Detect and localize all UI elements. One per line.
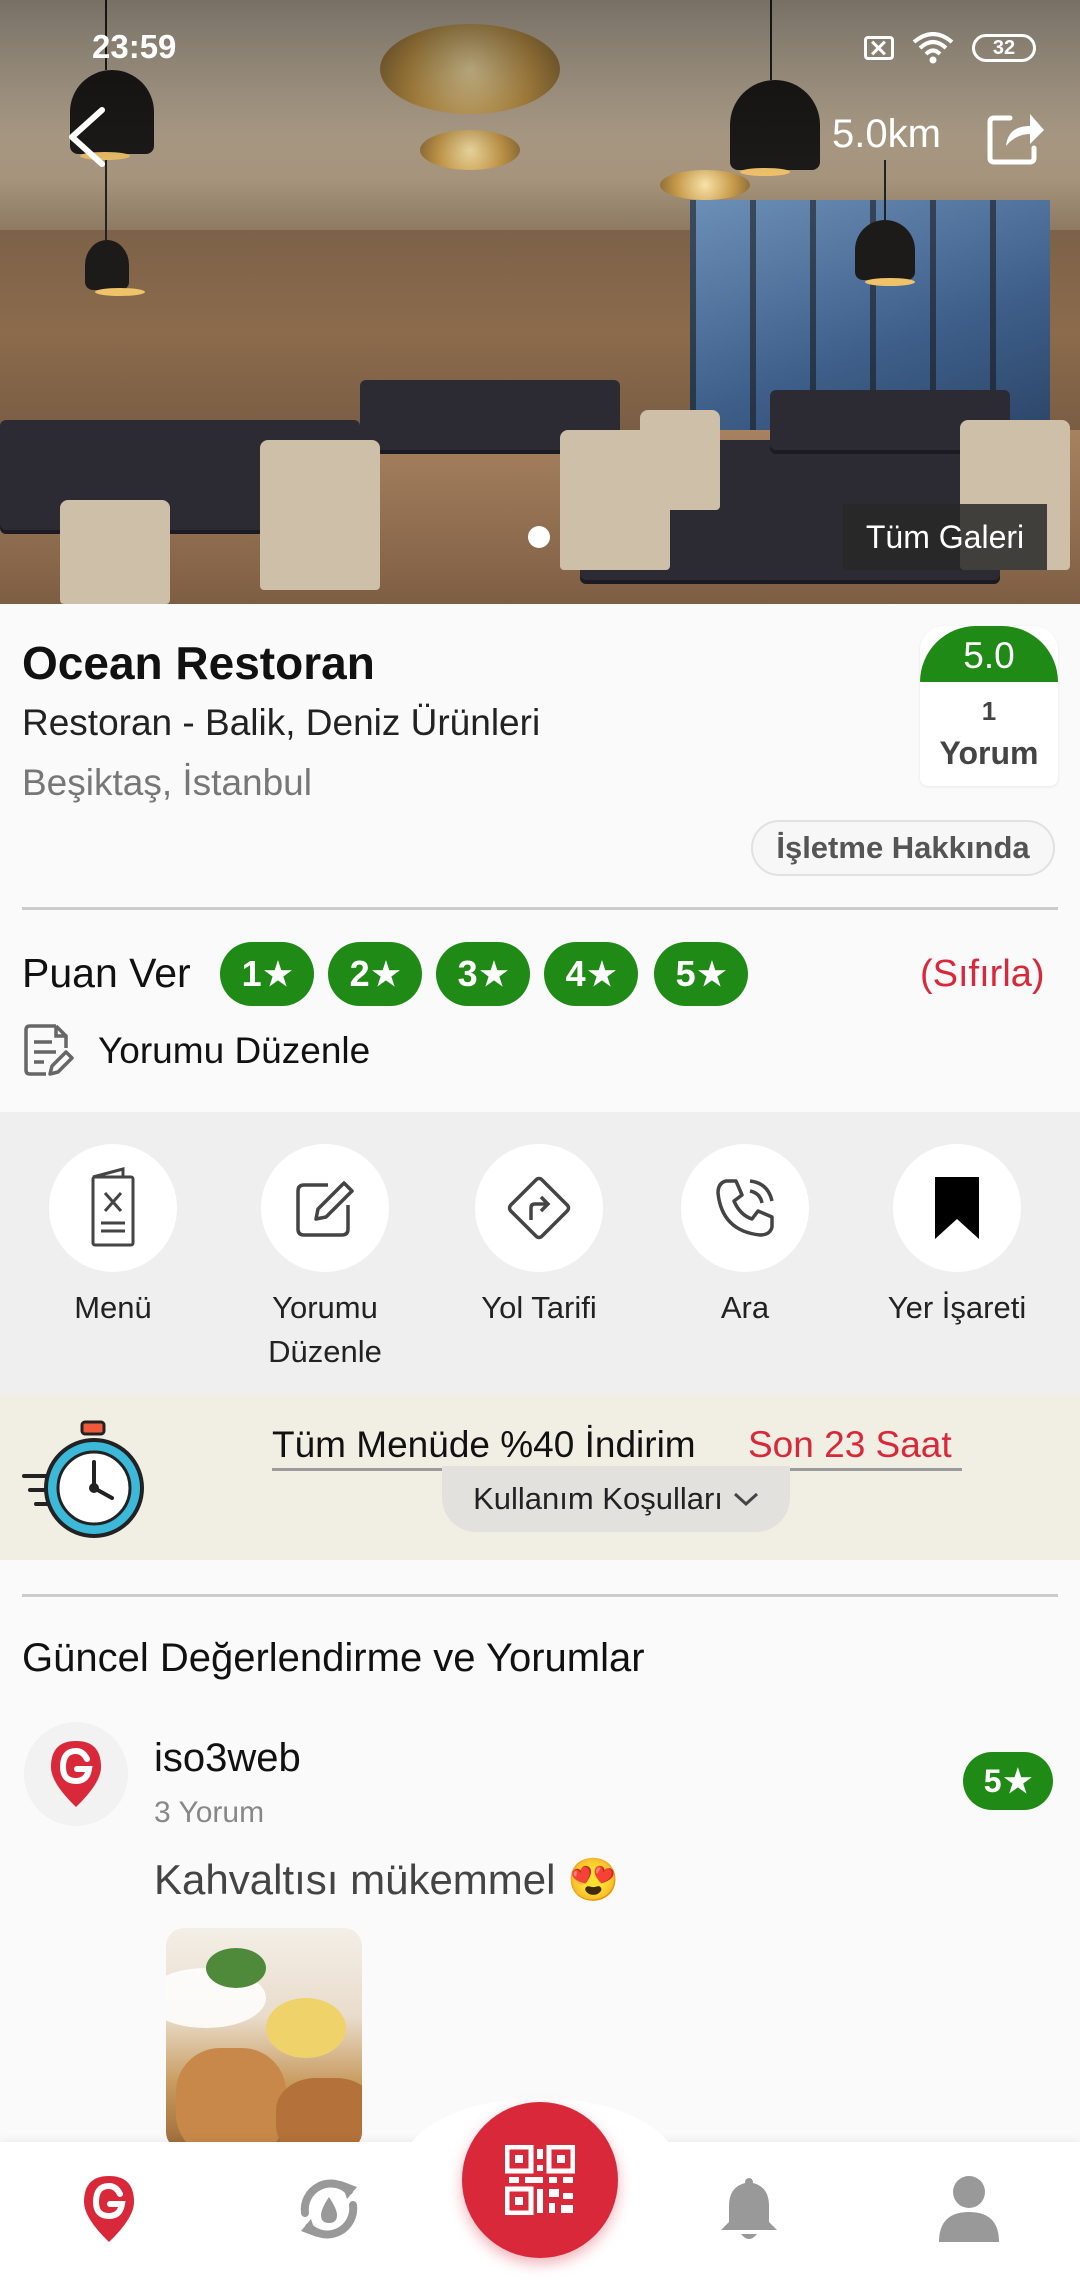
rate-value: 4 — [565, 953, 586, 994]
review-rating-badge: 5 ★ — [963, 1752, 1053, 1810]
status-icons: 32 — [864, 30, 1036, 66]
chair — [640, 410, 720, 510]
about-business-button[interactable]: İşletme Hakkında — [751, 820, 1055, 876]
user-icon — [939, 2176, 999, 2242]
bell-icon — [721, 2178, 777, 2239]
action-bar: Menü Yorumu Düzenle Yol Tarifi Ara Yer İ… — [0, 1112, 1080, 1394]
divider — [22, 1594, 1058, 1597]
rate-1-star-button[interactable]: 1 ★ — [220, 942, 314, 1006]
rate-2-star-button[interactable]: 2 ★ — [328, 942, 422, 1006]
menu-action[interactable]: Menü — [18, 1112, 208, 1330]
promo-title: Tüm Menüde %40 İndirim — [272, 1424, 696, 1465]
distance-label: 5.0km — [832, 112, 941, 156]
review-text: Kahvaltısı mükemmel 😍 — [154, 1856, 620, 1903]
star-icon: ★ — [263, 956, 293, 992]
full-gallery-button[interactable]: Tüm Galeri — [843, 504, 1047, 570]
review-word: Yorum — [939, 735, 1039, 771]
nav-profile[interactable] — [924, 2164, 1014, 2254]
refresh-drop-icon — [300, 2179, 358, 2239]
rate-value: 5 — [675, 953, 696, 994]
bookmark-icon — [893, 1144, 1021, 1272]
edit-review-link[interactable]: Yorumu Düzenle — [98, 1030, 370, 1072]
rating-summary[interactable]: 5.0 1 Yorum — [920, 626, 1058, 786]
edit-icon — [261, 1144, 389, 1272]
review-username[interactable]: iso3web — [154, 1736, 301, 1781]
rate-value: 1 — [241, 953, 262, 994]
star-icon: ★ — [479, 956, 509, 992]
edit-document-icon[interactable] — [22, 1022, 74, 1078]
battery-indicator: 32 — [972, 34, 1036, 62]
promo-countdown: Son 23 Saat — [748, 1424, 952, 1465]
rate-value: 2 — [349, 953, 370, 994]
call-action[interactable]: Ara — [650, 1112, 840, 1330]
gallery-page-indicator — [528, 526, 550, 548]
menu-icon — [49, 1144, 177, 1272]
chair — [260, 440, 380, 590]
star-icon: ★ — [587, 956, 617, 992]
star-icon: ★ — [371, 956, 401, 992]
chair — [60, 500, 170, 604]
directions-icon — [475, 1144, 603, 1272]
place-name: Ocean Restoran — [22, 637, 375, 689]
croissant — [276, 2078, 362, 2150]
nav-notifications[interactable] — [704, 2164, 794, 2254]
action-label: Yorumu Düzenle — [268, 1290, 382, 1369]
stopwatch-icon — [22, 1420, 144, 1538]
action-label: Yol Tarifi — [481, 1290, 597, 1325]
terms-of-use-toggle[interactable]: Kullanım Koşulları — [442, 1466, 790, 1532]
action-label: Menü — [74, 1290, 152, 1325]
greens — [206, 1948, 266, 1988]
place-category: Restoran - Balik, Deniz Ürünleri — [22, 702, 541, 743]
rate-5-star-button[interactable]: 5 ★ — [654, 942, 748, 1006]
star-icon: ★ — [697, 956, 727, 992]
phone-icon — [681, 1144, 809, 1272]
promo-banner[interactable]: Tüm Menüde %40 İndirim Son 23 Saat Kulla… — [0, 1394, 1080, 1560]
review-user-count: 3 Yorum — [154, 1796, 265, 1829]
action-label: Yer İşareti — [887, 1290, 1027, 1325]
wifi-icon — [912, 32, 954, 64]
bread — [176, 2048, 286, 2150]
rating-score: 5.0 — [920, 626, 1058, 682]
share-icon[interactable] — [984, 104, 1048, 168]
pendant-lamp — [855, 220, 915, 286]
no-sim-icon — [864, 36, 894, 60]
egg — [266, 1998, 346, 2058]
nav-home[interactable] — [64, 2164, 154, 2254]
pendant-lamp — [85, 240, 145, 296]
status-time: 23:59 — [92, 28, 177, 65]
review-photo[interactable] — [166, 1928, 362, 2150]
action-label: Ara — [720, 1290, 770, 1325]
rate-3-star-button[interactable]: 3 ★ — [436, 942, 530, 1006]
reviews-section-title: Güncel Değerlendirme ve Yorumlar — [22, 1636, 645, 1680]
qr-scan-button[interactable] — [462, 2102, 618, 2258]
directions-action[interactable]: Yol Tarifi — [444, 1112, 634, 1330]
rate-4-star-button[interactable]: 4 ★ — [544, 942, 638, 1006]
app-logo-icon — [51, 1741, 101, 1807]
edit-review-action[interactable]: Yorumu Düzenle — [230, 1112, 420, 1374]
place-location: Beşiktaş, İstanbul — [22, 762, 312, 803]
review-rating: 5 — [983, 1762, 1002, 1799]
bookmark-action[interactable]: Yer İşareti — [862, 1112, 1052, 1330]
divider — [22, 907, 1058, 910]
nav-history[interactable] — [284, 2164, 374, 2254]
terms-label: Kullanım Koşulları — [473, 1481, 723, 1516]
app-logo-icon — [84, 2176, 134, 2242]
reset-rating-link[interactable]: (Sıfırla) — [920, 953, 1045, 996]
star-icon: ★ — [1003, 1763, 1033, 1799]
rate-label: Puan Ver — [22, 950, 191, 996]
rate-value: 3 — [457, 953, 478, 994]
chevron-down-icon — [733, 1492, 758, 1507]
qr-code-icon — [505, 2145, 575, 2215]
back-button[interactable] — [58, 102, 118, 172]
review-count: 1 — [981, 696, 997, 726]
avatar[interactable] — [24, 1722, 128, 1826]
